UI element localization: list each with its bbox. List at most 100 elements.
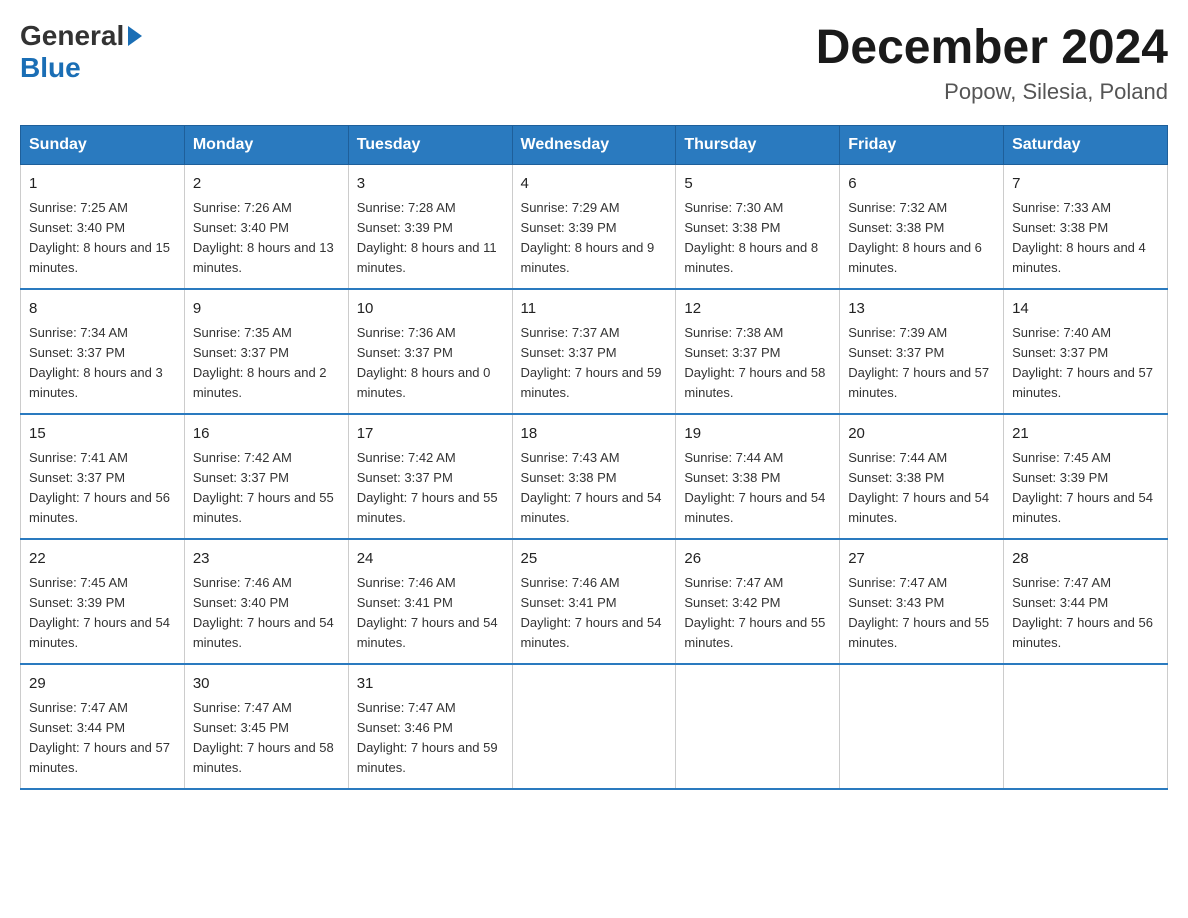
col-tuesday: Tuesday (348, 126, 512, 165)
calendar-week-row: 1Sunrise: 7:25 AMSunset: 3:40 PMDaylight… (21, 165, 1168, 290)
col-friday: Friday (840, 126, 1004, 165)
day-info: Sunrise: 7:47 AMSunset: 3:44 PMDaylight:… (29, 698, 176, 779)
day-number: 23 (193, 548, 340, 571)
calendar-subtitle: Popow, Silesia, Poland (816, 79, 1168, 105)
day-info: Sunrise: 7:44 AMSunset: 3:38 PMDaylight:… (684, 448, 831, 529)
day-info: Sunrise: 7:46 AMSunset: 3:41 PMDaylight:… (357, 573, 504, 654)
day-info: Sunrise: 7:39 AMSunset: 3:37 PMDaylight:… (848, 323, 995, 404)
day-number: 29 (29, 673, 176, 696)
day-number: 22 (29, 548, 176, 571)
table-cell: 3Sunrise: 7:28 AMSunset: 3:39 PMDaylight… (348, 165, 512, 290)
table-cell: 19Sunrise: 7:44 AMSunset: 3:38 PMDayligh… (676, 414, 840, 539)
day-info: Sunrise: 7:30 AMSunset: 3:38 PMDaylight:… (684, 198, 831, 279)
logo-general-text: General (20, 20, 124, 52)
table-cell: 5Sunrise: 7:30 AMSunset: 3:38 PMDaylight… (676, 165, 840, 290)
table-cell (676, 664, 840, 789)
logo-arrow-icon (128, 26, 142, 46)
day-number: 13 (848, 298, 995, 321)
logo-blue-text: Blue (20, 52, 81, 83)
day-info: Sunrise: 7:46 AMSunset: 3:40 PMDaylight:… (193, 573, 340, 654)
day-number: 7 (1012, 173, 1159, 196)
day-number: 4 (521, 173, 668, 196)
day-info: Sunrise: 7:47 AMSunset: 3:43 PMDaylight:… (848, 573, 995, 654)
day-number: 24 (357, 548, 504, 571)
page-header: General Blue December 2024 Popow, Silesi… (20, 20, 1168, 105)
table-cell: 12Sunrise: 7:38 AMSunset: 3:37 PMDayligh… (676, 289, 840, 414)
table-cell: 30Sunrise: 7:47 AMSunset: 3:45 PMDayligh… (184, 664, 348, 789)
day-number: 15 (29, 423, 176, 446)
day-info: Sunrise: 7:47 AMSunset: 3:44 PMDaylight:… (1012, 573, 1159, 654)
table-cell (512, 664, 676, 789)
day-number: 21 (1012, 423, 1159, 446)
table-cell: 16Sunrise: 7:42 AMSunset: 3:37 PMDayligh… (184, 414, 348, 539)
table-cell: 26Sunrise: 7:47 AMSunset: 3:42 PMDayligh… (676, 539, 840, 664)
day-info: Sunrise: 7:33 AMSunset: 3:38 PMDaylight:… (1012, 198, 1159, 279)
table-cell: 8Sunrise: 7:34 AMSunset: 3:37 PMDaylight… (21, 289, 185, 414)
table-cell: 31Sunrise: 7:47 AMSunset: 3:46 PMDayligh… (348, 664, 512, 789)
title-section: December 2024 Popow, Silesia, Poland (816, 20, 1168, 105)
day-number: 3 (357, 173, 504, 196)
day-number: 6 (848, 173, 995, 196)
table-cell: 24Sunrise: 7:46 AMSunset: 3:41 PMDayligh… (348, 539, 512, 664)
table-cell: 10Sunrise: 7:36 AMSunset: 3:37 PMDayligh… (348, 289, 512, 414)
calendar-body: 1Sunrise: 7:25 AMSunset: 3:40 PMDaylight… (21, 165, 1168, 790)
col-thursday: Thursday (676, 126, 840, 165)
table-cell: 14Sunrise: 7:40 AMSunset: 3:37 PMDayligh… (1004, 289, 1168, 414)
day-info: Sunrise: 7:42 AMSunset: 3:37 PMDaylight:… (357, 448, 504, 529)
day-info: Sunrise: 7:40 AMSunset: 3:37 PMDaylight:… (1012, 323, 1159, 404)
table-cell: 22Sunrise: 7:45 AMSunset: 3:39 PMDayligh… (21, 539, 185, 664)
day-info: Sunrise: 7:43 AMSunset: 3:38 PMDaylight:… (521, 448, 668, 529)
table-cell (1004, 664, 1168, 789)
table-cell: 13Sunrise: 7:39 AMSunset: 3:37 PMDayligh… (840, 289, 1004, 414)
col-sunday: Sunday (21, 126, 185, 165)
day-info: Sunrise: 7:47 AMSunset: 3:42 PMDaylight:… (684, 573, 831, 654)
calendar-week-row: 29Sunrise: 7:47 AMSunset: 3:44 PMDayligh… (21, 664, 1168, 789)
table-cell: 9Sunrise: 7:35 AMSunset: 3:37 PMDaylight… (184, 289, 348, 414)
day-number: 16 (193, 423, 340, 446)
table-cell: 17Sunrise: 7:42 AMSunset: 3:37 PMDayligh… (348, 414, 512, 539)
day-number: 28 (1012, 548, 1159, 571)
table-cell: 11Sunrise: 7:37 AMSunset: 3:37 PMDayligh… (512, 289, 676, 414)
day-number: 10 (357, 298, 504, 321)
day-number: 20 (848, 423, 995, 446)
day-number: 2 (193, 173, 340, 196)
calendar-table: Sunday Monday Tuesday Wednesday Thursday… (20, 125, 1168, 790)
table-cell: 15Sunrise: 7:41 AMSunset: 3:37 PMDayligh… (21, 414, 185, 539)
day-info: Sunrise: 7:45 AMSunset: 3:39 PMDaylight:… (1012, 448, 1159, 529)
day-number: 27 (848, 548, 995, 571)
day-number: 19 (684, 423, 831, 446)
day-number: 9 (193, 298, 340, 321)
day-number: 18 (521, 423, 668, 446)
header-row: Sunday Monday Tuesday Wednesday Thursday… (21, 126, 1168, 165)
table-cell: 21Sunrise: 7:45 AMSunset: 3:39 PMDayligh… (1004, 414, 1168, 539)
table-cell: 2Sunrise: 7:26 AMSunset: 3:40 PMDaylight… (184, 165, 348, 290)
day-info: Sunrise: 7:45 AMSunset: 3:39 PMDaylight:… (29, 573, 176, 654)
logo: General Blue (20, 20, 144, 84)
day-info: Sunrise: 7:32 AMSunset: 3:38 PMDaylight:… (848, 198, 995, 279)
day-number: 25 (521, 548, 668, 571)
day-info: Sunrise: 7:26 AMSunset: 3:40 PMDaylight:… (193, 198, 340, 279)
calendar-week-row: 15Sunrise: 7:41 AMSunset: 3:37 PMDayligh… (21, 414, 1168, 539)
table-cell: 29Sunrise: 7:47 AMSunset: 3:44 PMDayligh… (21, 664, 185, 789)
day-number: 5 (684, 173, 831, 196)
col-wednesday: Wednesday (512, 126, 676, 165)
day-info: Sunrise: 7:37 AMSunset: 3:37 PMDaylight:… (521, 323, 668, 404)
day-info: Sunrise: 7:28 AMSunset: 3:39 PMDaylight:… (357, 198, 504, 279)
table-cell: 18Sunrise: 7:43 AMSunset: 3:38 PMDayligh… (512, 414, 676, 539)
day-info: Sunrise: 7:47 AMSunset: 3:45 PMDaylight:… (193, 698, 340, 779)
table-cell: 25Sunrise: 7:46 AMSunset: 3:41 PMDayligh… (512, 539, 676, 664)
table-cell: 28Sunrise: 7:47 AMSunset: 3:44 PMDayligh… (1004, 539, 1168, 664)
calendar-header: Sunday Monday Tuesday Wednesday Thursday… (21, 126, 1168, 165)
table-cell: 27Sunrise: 7:47 AMSunset: 3:43 PMDayligh… (840, 539, 1004, 664)
calendar-week-row: 8Sunrise: 7:34 AMSunset: 3:37 PMDaylight… (21, 289, 1168, 414)
table-cell: 23Sunrise: 7:46 AMSunset: 3:40 PMDayligh… (184, 539, 348, 664)
day-number: 17 (357, 423, 504, 446)
day-number: 14 (1012, 298, 1159, 321)
day-info: Sunrise: 7:42 AMSunset: 3:37 PMDaylight:… (193, 448, 340, 529)
day-number: 12 (684, 298, 831, 321)
table-cell: 4Sunrise: 7:29 AMSunset: 3:39 PMDaylight… (512, 165, 676, 290)
table-cell: 20Sunrise: 7:44 AMSunset: 3:38 PMDayligh… (840, 414, 1004, 539)
day-number: 30 (193, 673, 340, 696)
table-cell: 1Sunrise: 7:25 AMSunset: 3:40 PMDaylight… (21, 165, 185, 290)
day-info: Sunrise: 7:29 AMSunset: 3:39 PMDaylight:… (521, 198, 668, 279)
